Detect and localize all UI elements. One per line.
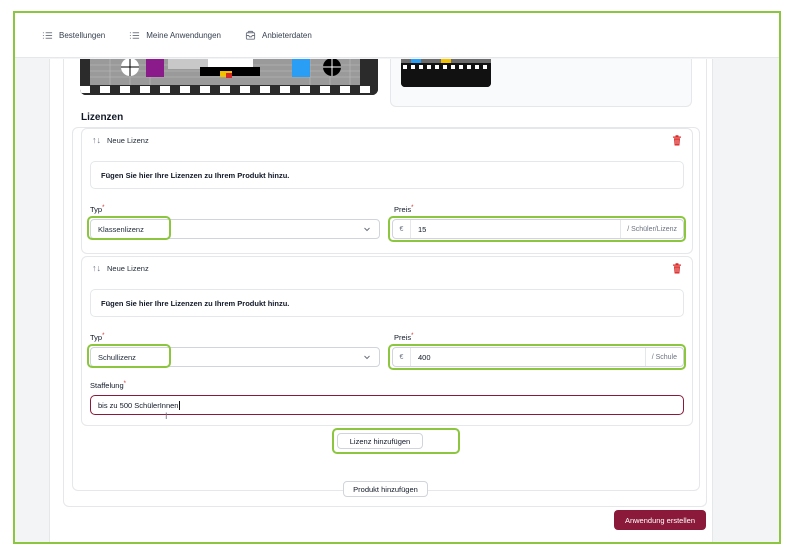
price-value[interactable]: 400 [411, 353, 645, 362]
screenshot-frame: Bestellungen Meine Anwendungen Anbieterd… [13, 11, 781, 544]
chevron-down-icon [364, 355, 370, 360]
nav-label: Meine Anwendungen [146, 30, 221, 40]
list-icon [42, 31, 53, 39]
nav-anbieterdaten[interactable]: Anbieterdaten [245, 30, 312, 41]
type-label: Typ* [90, 333, 105, 342]
staffelung-value: bis zu 500 SchülerInnen [98, 400, 179, 410]
text-cursor-icon: I [165, 411, 168, 421]
nav-label: Bestellungen [59, 30, 106, 40]
trash-icon[interactable] [672, 135, 682, 146]
add-license-button[interactable]: Lizenz hinzufügen [337, 433, 423, 449]
sort-icon[interactable]: ↑↓ [92, 135, 101, 145]
inbox-icon [245, 30, 256, 40]
license-type-select[interactable]: Schullizenz [90, 347, 380, 367]
nav-bestellungen[interactable]: Bestellungen [42, 30, 105, 41]
license-card: ↑↓ Neue Lizenz Fügen Sie hier Ihre Lizen… [81, 128, 693, 254]
license-type-select[interactable]: Klassenlizenz [90, 219, 380, 239]
sort-icon[interactable]: ↑↓ [92, 263, 101, 273]
second-image-card [390, 59, 692, 107]
license-title: Neue Lizenz [107, 263, 149, 273]
license-hint: Fügen Sie hier Ihre Lizenzen zu Ihrem Pr… [90, 289, 684, 317]
license-type-value: Schullizenz [98, 352, 136, 362]
add-product-button[interactable]: Produkt hinzufügen [343, 481, 428, 497]
price-label: Preis* [394, 205, 414, 214]
price-unit: / Schüler/Lizenz [620, 220, 683, 238]
main-content: Lizenzen ↑↓ Neue Lizenz Fügen Sie hier I… [49, 59, 713, 542]
nav-label: Anbieterdaten [262, 30, 312, 40]
second-product-image [401, 59, 491, 87]
currency-symbol: € [393, 348, 411, 366]
license-hint: Fügen Sie hier Ihre Lizenzen zu Ihrem Pr… [90, 161, 684, 189]
create-application-button[interactable]: Anwendung erstellen [614, 510, 706, 530]
nav-meine-anwendungen[interactable]: Meine Anwendungen [129, 30, 221, 41]
type-label: Typ* [90, 205, 105, 214]
price-label: Preis* [394, 333, 414, 342]
price-unit: / Schule [644, 348, 683, 366]
section-title: Lizenzen [81, 112, 124, 123]
staffelung-label: Staffelung* [90, 381, 126, 390]
price-input[interactable]: € 15 / Schüler/Lizenz [392, 219, 684, 239]
chevron-down-icon [364, 227, 370, 232]
top-navigation: Bestellungen Meine Anwendungen Anbieterd… [15, 13, 779, 58]
license-title: Neue Lizenz [107, 135, 149, 145]
price-value[interactable]: 15 [411, 225, 620, 234]
product-card: Lizenzen ↑↓ Neue Lizenz Fügen Sie hier I… [63, 59, 707, 507]
license-header: ↑↓ Neue Lizenz [92, 135, 149, 145]
license-list: ↑↓ Neue Lizenz Fügen Sie hier Ihre Lizen… [72, 127, 700, 491]
list-icon [130, 31, 140, 39]
license-type-value: Klassenlizenz [98, 224, 144, 234]
trash-icon[interactable] [672, 263, 682, 274]
currency-symbol: € [393, 220, 411, 238]
license-header: ↑↓ Neue Lizenz [92, 263, 149, 273]
product-image [80, 59, 378, 95]
price-input[interactable]: € 400 / Schule [392, 347, 684, 367]
license-card: ↑↓ Neue Lizenz Fügen Sie hier Ihre Lizen… [81, 256, 693, 426]
text-caret [179, 400, 181, 410]
staffelung-input[interactable]: bis zu 500 SchülerInnen [90, 395, 684, 415]
